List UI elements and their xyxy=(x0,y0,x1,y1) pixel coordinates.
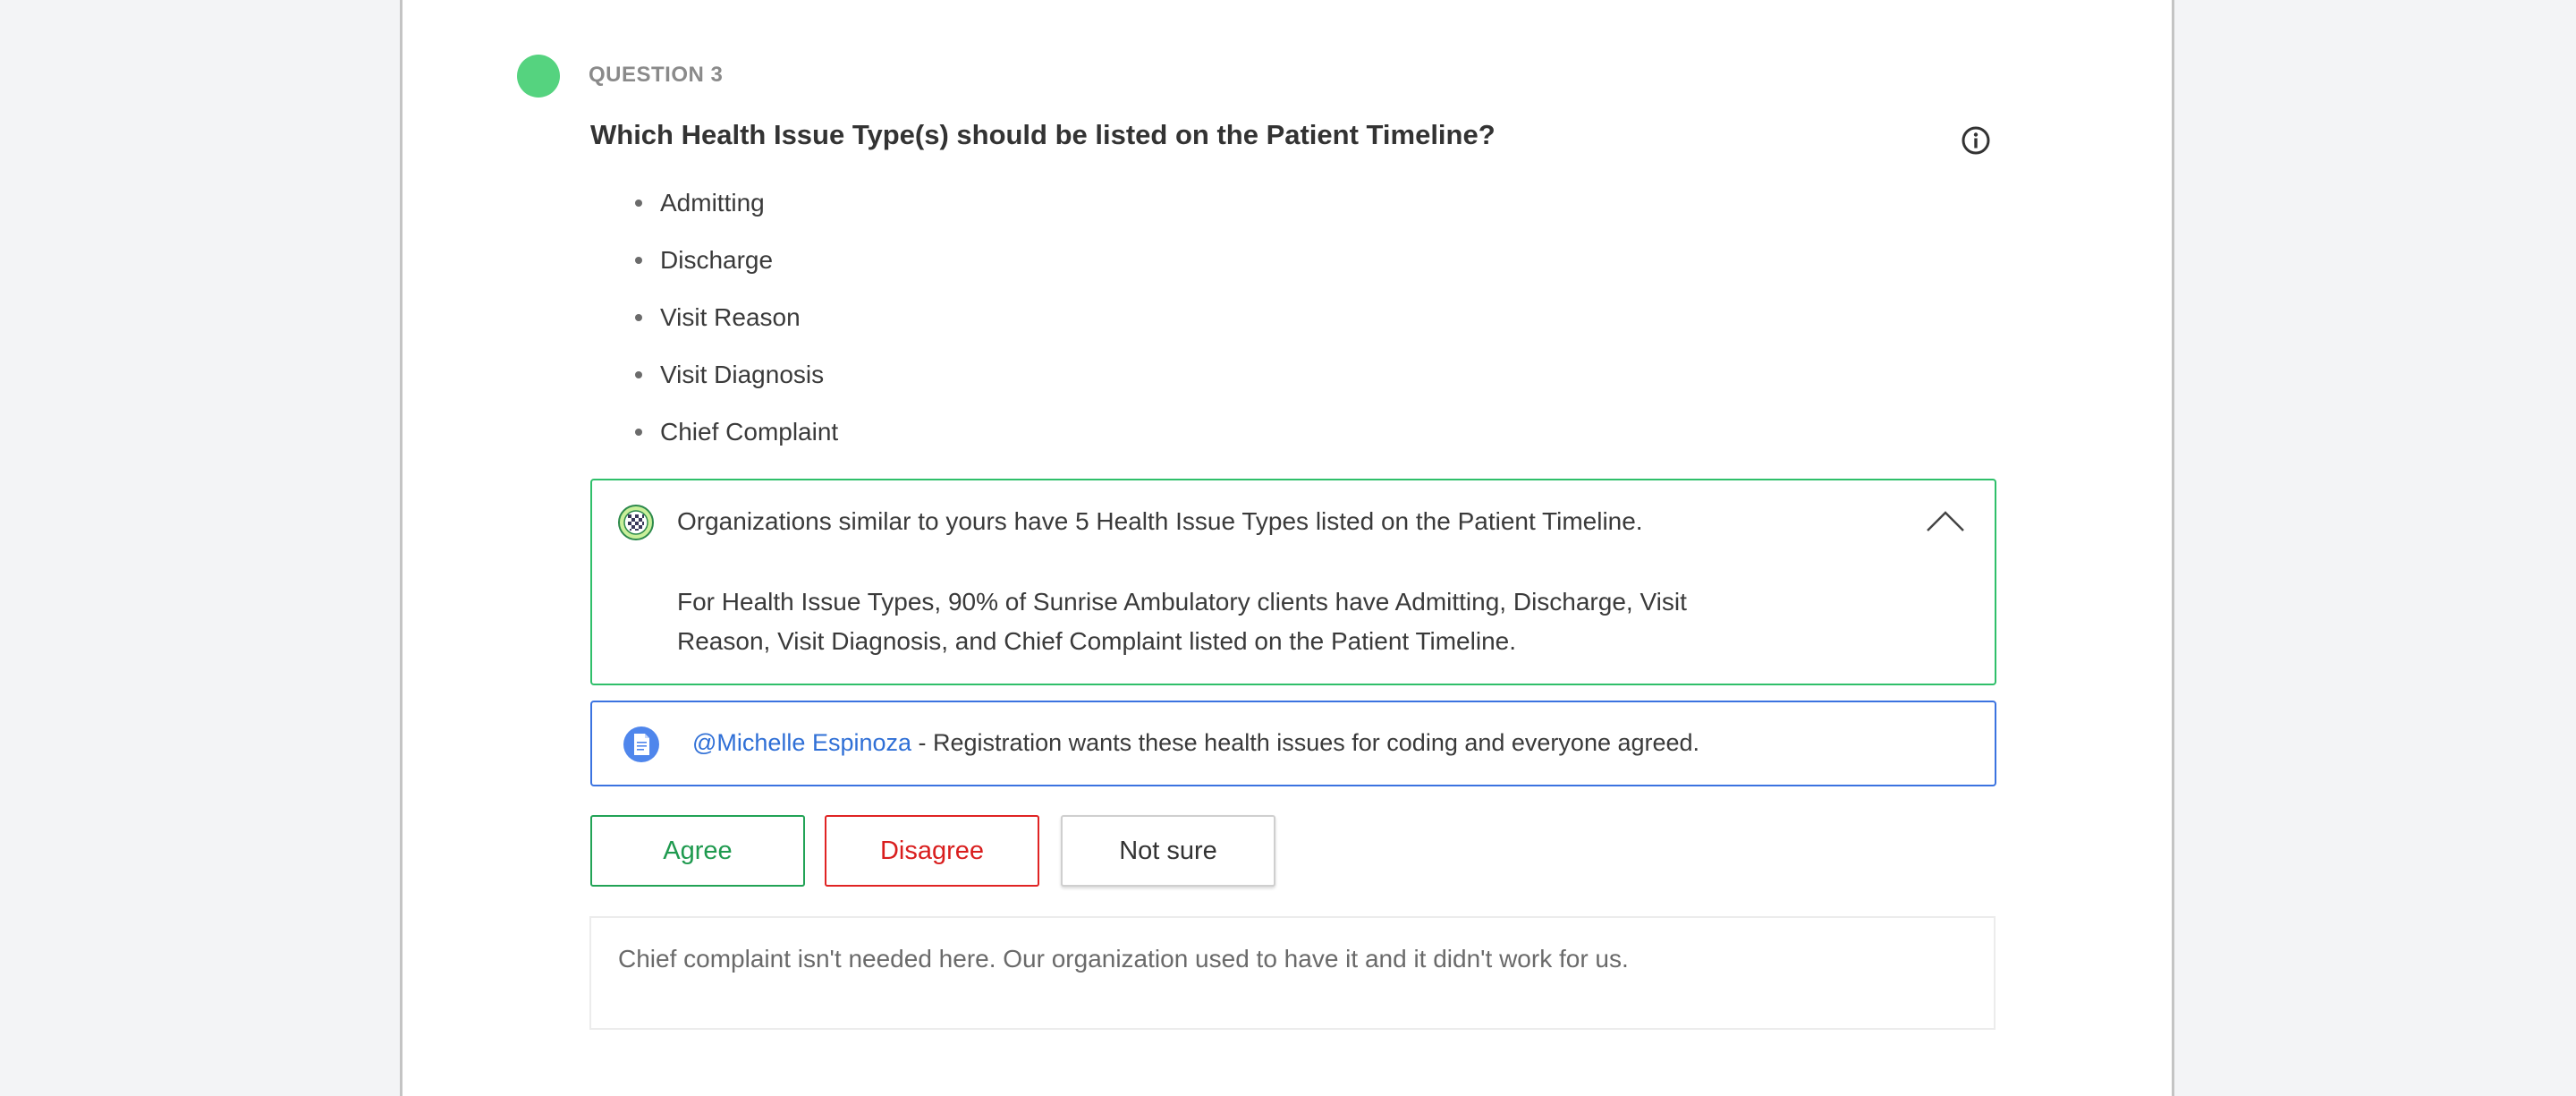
not-sure-button[interactable]: Not sure xyxy=(1061,815,1275,887)
info-icon[interactable] xyxy=(1961,125,1991,156)
option-item: Admitting xyxy=(635,179,838,236)
option-item: Visit Diagnosis xyxy=(635,351,838,408)
user-mention-link[interactable]: @Michelle Espinoza xyxy=(692,729,911,756)
comment-body: - Registration wants these health issues… xyxy=(911,729,1700,756)
disagree-button[interactable]: Disagree xyxy=(825,815,1039,887)
option-item: Chief Complaint xyxy=(635,408,838,465)
document-icon xyxy=(623,726,659,762)
agree-button[interactable]: Agree xyxy=(590,815,805,887)
checker-badge-icon xyxy=(618,505,654,540)
note-text: Chief complaint isn't needed here. Our o… xyxy=(618,945,1629,973)
chevron-up-icon[interactable] xyxy=(1925,507,1966,534)
question-title: Which Health Issue Type(s) should be lis… xyxy=(590,119,1496,150)
comment-text: @Michelle Espinoza - Registration wants … xyxy=(692,729,1699,757)
insight-panel: Organizations similar to yours have 5 He… xyxy=(590,479,1996,685)
question-number: QUESTION 3 xyxy=(589,63,724,87)
insight-headline: Organizations similar to yours have 5 He… xyxy=(677,507,1643,535)
note-textarea[interactable]: Chief complaint isn't needed here. Our o… xyxy=(589,916,1996,1030)
question-status-dot xyxy=(517,55,560,98)
insight-body: For Health Issue Types, 90% of Sunrise A… xyxy=(677,588,1687,655)
option-list: Admitting Discharge Visit Reason Visit D… xyxy=(635,179,838,465)
comment-panel: @Michelle Espinoza - Registration wants … xyxy=(590,701,1996,786)
option-item: Discharge xyxy=(635,236,838,293)
option-item: Visit Reason xyxy=(635,293,838,351)
